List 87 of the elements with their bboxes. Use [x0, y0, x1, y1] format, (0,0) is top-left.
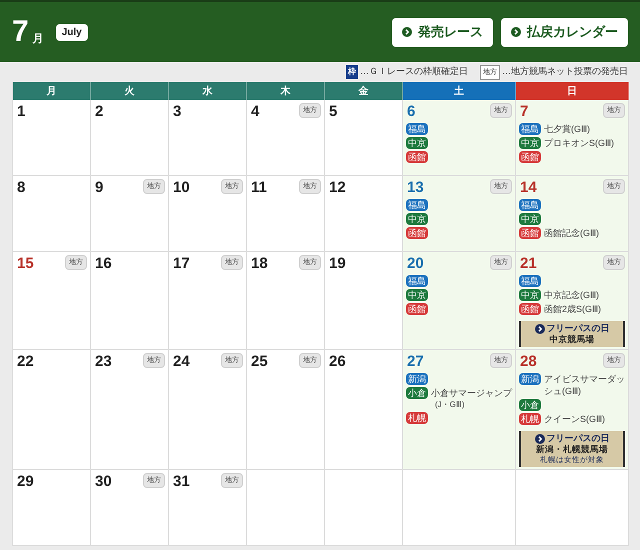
- date-number: 10: [173, 179, 190, 197]
- venue-tag: 函館: [406, 151, 428, 163]
- frame-badge: 枠: [346, 65, 358, 79]
- date-number: 6: [407, 103, 416, 121]
- venue-tag: 小倉: [406, 387, 428, 399]
- date-number: 21: [520, 255, 537, 273]
- venue-tag: 函館: [406, 227, 428, 239]
- date-number: 23: [95, 353, 112, 371]
- month-english-label: July: [56, 24, 88, 40]
- legend-text: …ＧＩレースの枠順確定日: [360, 65, 468, 78]
- venue-tag: 中京: [519, 213, 541, 225]
- venue-tag: 福島: [519, 199, 541, 211]
- date-number: 13: [407, 179, 424, 197]
- date-number: 16: [95, 255, 112, 273]
- venue-tag: 新潟: [406, 373, 428, 385]
- date-number: 27: [407, 353, 424, 371]
- free-pass-venue: 中京競馬場: [550, 334, 594, 345]
- weekday-header: 土: [403, 82, 516, 100]
- header-link-button[interactable]: 発売レース: [392, 18, 493, 46]
- date-number: 30: [95, 473, 112, 491]
- race-name: プロキオンS(GⅢ): [544, 137, 614, 149]
- date-number: 18: [251, 255, 268, 273]
- venue-tag: 福島: [406, 275, 428, 287]
- weekday-header: 金: [325, 82, 403, 100]
- date-number: 25: [251, 353, 268, 371]
- date-number: 9: [95, 179, 104, 197]
- free-pass-venue: 新潟・札幌競馬場: [536, 444, 608, 455]
- month-unit: 月: [32, 32, 44, 46]
- venue-tag: 小倉: [519, 399, 541, 411]
- venue-tag: 中京: [406, 137, 428, 149]
- venue-tag: 札幌: [406, 412, 428, 424]
- race-name: 七夕賞(GⅢ): [544, 123, 590, 135]
- race-name: 函館記念(GⅢ): [544, 227, 599, 239]
- weekday-header: 火: [91, 82, 169, 100]
- venue-tag: 函館: [519, 303, 541, 315]
- venue-tag: 福島: [406, 199, 428, 211]
- venue-tag: 新潟: [519, 373, 541, 385]
- date-number: 5: [329, 103, 338, 121]
- weekday-header: 水: [169, 82, 247, 100]
- date-number: 7: [520, 103, 528, 121]
- venue-tag: 福島: [519, 123, 541, 135]
- month-number: 7: [12, 17, 29, 47]
- date-number: 22: [17, 353, 34, 371]
- race-name: 小倉サマージャンプ: [431, 387, 512, 399]
- weekday-header: 月: [13, 82, 91, 100]
- venue-tag: 札幌: [519, 413, 541, 425]
- weekday-header: 日: [516, 82, 629, 100]
- venue-tag: 福島: [406, 123, 428, 135]
- date-number: 14: [520, 179, 537, 197]
- date-number: 11: [251, 179, 267, 197]
- date-number: 26: [329, 353, 346, 371]
- date-number: 29: [17, 473, 34, 491]
- date-number: 15: [17, 255, 34, 273]
- date-number: 31: [173, 473, 190, 491]
- venue-tag: 中京: [406, 289, 428, 301]
- arrow-circle-icon: [511, 27, 521, 37]
- race-grade: (J・GⅢ): [435, 399, 466, 410]
- race-name: アイビスサマーダッシュ(GⅢ): [544, 373, 625, 397]
- header-link-button[interactable]: 払戻カレンダー: [501, 18, 628, 46]
- date-number: 8: [17, 179, 26, 197]
- arrow-circle-icon: [534, 434, 544, 444]
- venue-tag: 福島: [519, 275, 541, 287]
- venue-tag: 中京: [519, 289, 541, 301]
- weekday-header: 木: [247, 82, 325, 100]
- race-name: クイーンS(GⅢ): [544, 413, 605, 425]
- date-number: 24: [173, 353, 190, 371]
- venue-tag: 函館: [519, 227, 541, 239]
- legend-text: …地方競馬ネット投票の発売日: [502, 65, 628, 78]
- venue-tag: 中京: [406, 213, 428, 225]
- arrow-circle-icon: [534, 324, 544, 334]
- date-number: 20: [407, 255, 424, 273]
- date-number: 1: [17, 103, 26, 121]
- arrow-circle-icon: [402, 27, 412, 37]
- date-number: 3: [173, 103, 182, 121]
- date-number: 19: [329, 255, 346, 273]
- venue-tag: 函館: [519, 151, 541, 163]
- date-number: 4: [251, 103, 260, 121]
- free-pass-title: フリーパスの日: [534, 433, 610, 444]
- venue-tag: 中京: [519, 137, 541, 149]
- date-number: 28: [520, 353, 537, 371]
- date-number: 2: [95, 103, 104, 121]
- race-name: 中京記念(GⅢ): [544, 289, 599, 301]
- date-number: 12: [329, 179, 346, 197]
- venue-tag: 函館: [406, 303, 428, 315]
- date-number: 17: [173, 255, 190, 273]
- race-name: 函館2歳S(GⅢ): [544, 303, 602, 315]
- free-pass-title: フリーパスの日: [534, 323, 610, 334]
